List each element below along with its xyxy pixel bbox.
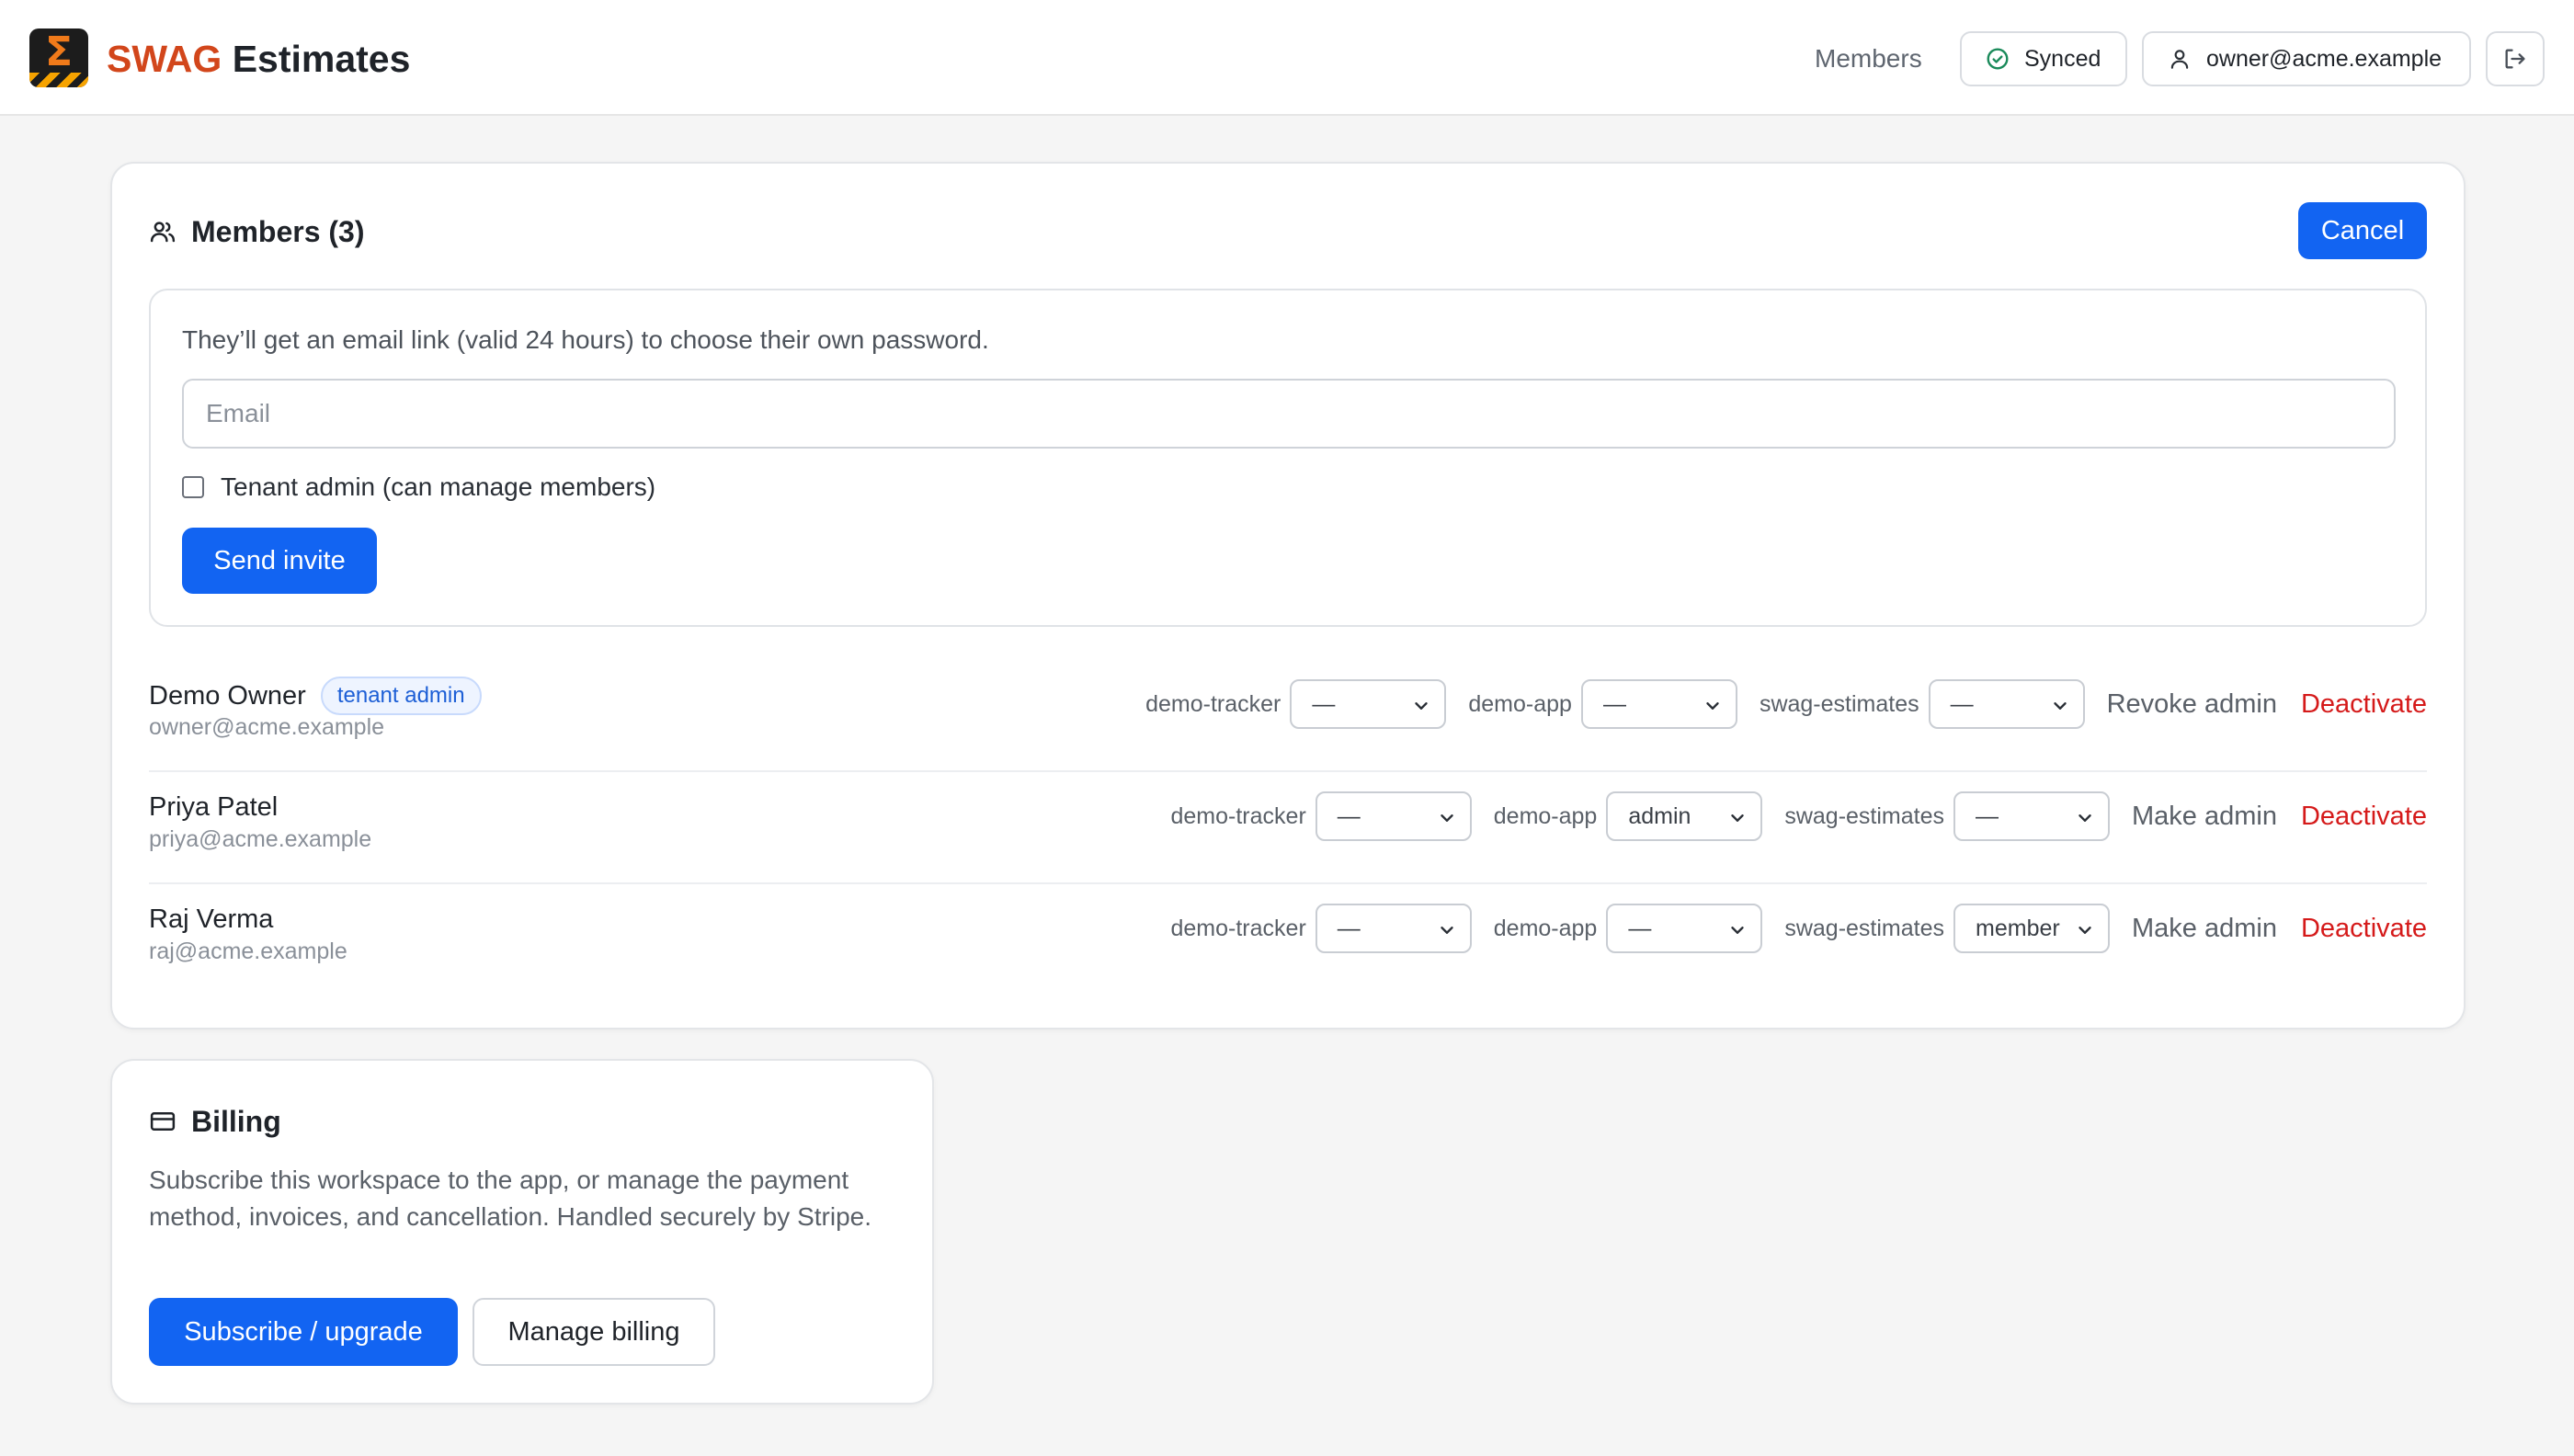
sync-status-button[interactable]: Synced xyxy=(1960,31,2127,86)
project-label-demo-tracker: demo-tracker xyxy=(1145,690,1281,717)
role-select-value: — xyxy=(1337,915,1361,941)
user-email: owner@acme.example xyxy=(2206,45,2443,72)
member-email: owner@acme.example xyxy=(149,714,385,740)
user-icon xyxy=(2170,50,2189,69)
user-menu-button[interactable]: owner@acme.example xyxy=(2142,31,2471,86)
chevron-down-icon xyxy=(1731,927,1745,934)
member-name-text: Raj Verma xyxy=(149,904,274,934)
member-name: Priya Patel xyxy=(149,789,278,825)
tenant-admin-checkbox[interactable] xyxy=(182,476,204,498)
credit-card-icon xyxy=(150,1112,176,1131)
billing-description: Subscribe this workspace to the app, or … xyxy=(149,1166,871,1231)
chevron-down-icon xyxy=(2079,927,2091,934)
top-bar: Σ SWAG Estimates Members Synced owner@ac… xyxy=(0,0,2574,116)
members-card: Members (3) Cancel They’ll get an email … xyxy=(110,162,2466,1029)
project-label-demo-app: demo-app xyxy=(1468,690,1572,717)
app-logo[interactable]: Σ xyxy=(29,28,88,87)
make-admin-button[interactable]: Make admin xyxy=(2132,914,2277,944)
role-select-demo-app[interactable]: — xyxy=(1606,904,1763,953)
role-select-value: — xyxy=(1337,802,1361,829)
role-select-swag-estimates[interactable]: member xyxy=(1953,904,2111,953)
invite-hint: They’ll get an email link (valid 24 hour… xyxy=(182,325,989,354)
chevron-down-icon xyxy=(1441,927,1453,934)
nav-members-link[interactable]: Members xyxy=(1815,40,1922,77)
invite-email-input[interactable] xyxy=(182,379,2396,449)
role-select-value: admin xyxy=(1628,802,1691,829)
role-select-demo-app[interactable]: — xyxy=(1580,679,1737,729)
chevron-down-icon xyxy=(1415,702,1429,710)
tenant-admin-badge: tenant admin xyxy=(320,677,482,715)
role-select-swag-estimates[interactable]: — xyxy=(1928,679,2085,729)
role-select-demo-app[interactable]: admin xyxy=(1606,791,1763,841)
member-name-text: Priya Patel xyxy=(149,792,279,822)
logout-button[interactable] xyxy=(2486,31,2545,86)
send-invite-button[interactable]: Send invite xyxy=(182,528,377,594)
cancel-button[interactable]: Cancel xyxy=(2298,202,2427,259)
role-select-demo-tracker[interactable]: — xyxy=(1315,904,1472,953)
role-select-value: member xyxy=(1976,915,2060,941)
project-label-demo-app: demo-app xyxy=(1493,915,1598,941)
role-select-swag-estimates[interactable]: — xyxy=(1953,791,2111,841)
chevron-down-icon xyxy=(1731,814,1745,822)
member-row: Raj Verma raj@acme.example demo-tracker … xyxy=(149,884,2427,995)
project-label-swag-estimates: swag-estimates xyxy=(1759,690,1919,717)
deactivate-button[interactable]: Deactivate xyxy=(2301,914,2427,944)
member-email: raj@acme.example xyxy=(149,938,347,964)
chevron-down-icon xyxy=(1441,814,1453,822)
project-label-demo-app: demo-app xyxy=(1493,802,1598,829)
project-label-demo-tracker: demo-tracker xyxy=(1170,915,1306,941)
make-admin-button[interactable]: Make admin xyxy=(2132,802,2277,832)
role-select-value: — xyxy=(1976,802,1999,829)
billing-card: Billing Subscribe this workspace to the … xyxy=(110,1059,934,1405)
deactivate-button[interactable]: Deactivate xyxy=(2301,802,2427,832)
member-name: Raj Verma xyxy=(149,901,273,938)
role-select-demo-tracker[interactable]: — xyxy=(1315,791,1472,841)
member-controls: demo-tracker — demo-app — swag-estimates… xyxy=(1145,678,2427,730)
sync-status-label: Synced xyxy=(2024,45,2101,72)
check-circle-icon xyxy=(1987,48,2009,70)
app-title-accent: SWAG xyxy=(107,38,222,80)
billing-heading: Billing xyxy=(149,1101,281,1142)
revoke-admin-button[interactable]: Revoke admin xyxy=(2107,689,2277,720)
invite-form: They’ll get an email link (valid 24 hour… xyxy=(149,289,2427,627)
tenant-admin-option[interactable]: Tenant admin (can manage members) xyxy=(182,469,655,506)
member-name: Demo Owner tenant admin xyxy=(149,677,482,715)
chevron-down-icon xyxy=(2053,702,2067,710)
role-select-demo-tracker[interactable]: — xyxy=(1290,679,1447,729)
users-icon xyxy=(150,222,176,243)
logout-icon xyxy=(2505,49,2525,69)
manage-billing-button[interactable]: Manage billing xyxy=(473,1298,715,1366)
members-heading: Members (3) xyxy=(149,211,365,252)
app-title: SWAG Estimates xyxy=(107,33,410,85)
member-name-text: Demo Owner xyxy=(149,681,306,711)
billing-title: Billing xyxy=(191,1105,281,1138)
role-select-value: — xyxy=(1602,690,1626,717)
member-email: priya@acme.example xyxy=(149,826,372,852)
role-select-value: — xyxy=(1950,690,1974,717)
chevron-down-icon xyxy=(1706,702,1719,710)
member-controls: demo-tracker — demo-app admin swag-estim… xyxy=(1170,791,2427,842)
project-label-swag-estimates: swag-estimates xyxy=(1784,915,1945,941)
member-controls: demo-tracker — demo-app — swag-estimates… xyxy=(1170,903,2427,954)
member-row: Priya Patel priya@acme.example demo-trac… xyxy=(149,772,2427,884)
deactivate-button[interactable]: Deactivate xyxy=(2301,689,2427,720)
members-title: Members (3) xyxy=(191,215,365,248)
tenant-admin-checkbox-label: Tenant admin (can manage members) xyxy=(221,472,656,501)
member-row: Demo Owner tenant admin owner@acme.examp… xyxy=(149,660,2427,772)
role-select-value: — xyxy=(1628,915,1652,941)
chevron-down-icon xyxy=(2079,814,2091,822)
logo-sigma-glyph: Σ xyxy=(44,28,74,75)
role-select-value: — xyxy=(1312,690,1336,717)
logo-hazard-stripe xyxy=(29,73,88,87)
app-title-rest: Estimates xyxy=(222,38,411,80)
project-label-swag-estimates: swag-estimates xyxy=(1784,802,1945,829)
subscribe-upgrade-button[interactable]: Subscribe / upgrade xyxy=(149,1298,458,1366)
project-label-demo-tracker: demo-tracker xyxy=(1170,802,1306,829)
